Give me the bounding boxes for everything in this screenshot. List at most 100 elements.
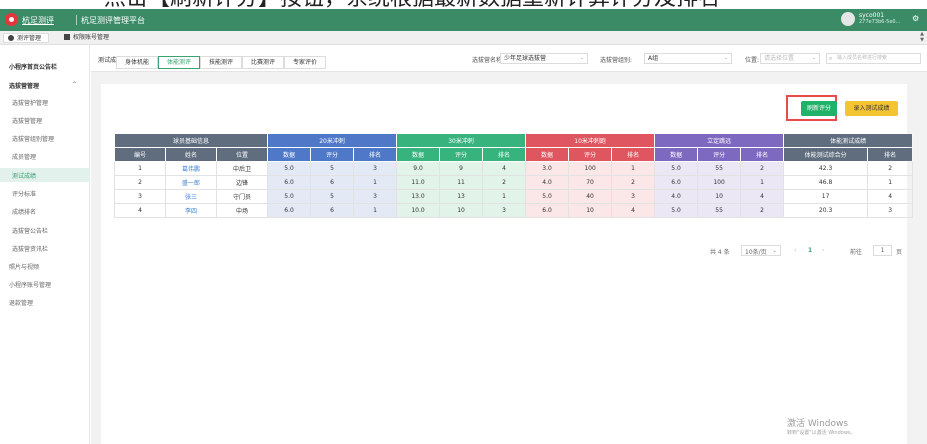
column-header: 姓名 bbox=[165, 147, 217, 162]
enter-score-button[interactable]: 录入测试成绩 bbox=[845, 101, 898, 116]
table-cell: 10.0 bbox=[396, 203, 441, 218]
sidebar-item[interactable]: 选拔营公告栏 bbox=[12, 226, 48, 235]
sidebar-item[interactable]: 成绩排名 bbox=[12, 207, 36, 216]
column-header: 评分 bbox=[697, 147, 742, 162]
table-cell: 4.0 bbox=[654, 189, 699, 204]
camp-select[interactable]: 少年足球选拔营 ⌄ bbox=[500, 53, 588, 64]
column-header: 排名 bbox=[740, 147, 785, 162]
table-cell: 3 bbox=[114, 189, 166, 204]
table-cell: 4 bbox=[482, 161, 527, 176]
table-cell: 4.0 bbox=[525, 175, 570, 190]
table-row: 1 葛伟鹏 中后卫 5.0 5 3 9.0 9 4 3.0 100 1 5.0 55 2 42.3 2 bbox=[114, 161, 914, 176]
sidebar-item[interactable]: 选拔营组别管理 bbox=[12, 134, 54, 143]
group-header: 球员基础信息 bbox=[113, 133, 269, 148]
logo-icon bbox=[5, 13, 18, 26]
column-header: 评分 bbox=[310, 147, 355, 162]
table-cell: 2 bbox=[114, 175, 166, 190]
position-label: 位置: bbox=[745, 57, 760, 64]
table-cell: 3 bbox=[482, 203, 527, 218]
chevron-up-icon[interactable]: ⌃ bbox=[72, 81, 77, 88]
page-unit: 页 bbox=[896, 249, 903, 256]
table-cell: 6.0 bbox=[267, 203, 312, 218]
next-page-icon[interactable]: › bbox=[822, 247, 824, 254]
sidebar-item[interactable]: 照片与视频 bbox=[9, 262, 39, 271]
divider bbox=[76, 15, 77, 25]
table-cell: 2 bbox=[867, 161, 914, 176]
player-name-link[interactable]: 盛一郎 bbox=[165, 175, 217, 190]
sidebar-item[interactable]: 选拔营护管理 bbox=[12, 98, 48, 107]
column-header: 排名 bbox=[611, 147, 656, 162]
player-name-link[interactable]: 葛伟鹏 bbox=[165, 161, 217, 176]
table-cell: 6.0 bbox=[267, 175, 312, 190]
brand-link[interactable]: 杭足测评 bbox=[22, 15, 54, 26]
table-cell: 5.0 bbox=[525, 189, 570, 204]
scroll-down-icon[interactable]: ▼ bbox=[920, 37, 924, 43]
table-cell: 4 bbox=[114, 203, 166, 218]
refresh-score-button[interactable]: 刷新评分 bbox=[801, 101, 837, 116]
tab-skill[interactable]: 技能测评 bbox=[200, 56, 242, 69]
group-select[interactable]: A组 ⌄ bbox=[644, 53, 732, 64]
tab-assessment[interactable]: 测评管理 bbox=[3, 33, 49, 43]
table-cell: 中场 bbox=[215, 203, 269, 218]
tab-fitness[interactable]: 体能测评 bbox=[158, 56, 200, 69]
page-size-select[interactable]: 10条/页 ⌄ bbox=[741, 245, 781, 256]
chevron-down-icon: ⌄ bbox=[723, 55, 728, 61]
table-cell: 10 bbox=[568, 203, 613, 218]
table-cell: 5 bbox=[310, 161, 355, 176]
gear-icon[interactable]: ⚙ bbox=[912, 14, 919, 23]
position-select[interactable]: 请选择位置 ⌄ bbox=[760, 53, 820, 64]
user-avatar[interactable] bbox=[841, 12, 855, 26]
chevron-down-icon: ⌄ bbox=[811, 55, 816, 61]
column-header: 数据 bbox=[654, 147, 699, 162]
column-header: 编号 bbox=[114, 147, 166, 162]
table-cell: 1 bbox=[482, 189, 527, 204]
sidebar-item[interactable]: 成员管理 bbox=[12, 152, 36, 161]
table-cell: 2 bbox=[611, 175, 656, 190]
tab-expert[interactable]: 专家评价 bbox=[284, 56, 326, 69]
goto-page-input[interactable]: 1 bbox=[873, 245, 892, 256]
table-cell: 守门员 bbox=[215, 189, 269, 204]
chevron-down-icon: ⌄ bbox=[579, 55, 584, 61]
group-header: 20米冲刺 bbox=[267, 133, 398, 148]
sidebar-item[interactable]: 选拔营资讯栏 bbox=[12, 244, 48, 253]
table-body: 1 葛伟鹏 中后卫 5.0 5 3 9.0 9 4 3.0 100 1 5.0 55 2 42.3 2 2 盛一郎边… bbox=[114, 161, 914, 218]
player-name-link[interactable]: 李四 bbox=[165, 203, 217, 218]
score-table: 球员基础信息 20米冲刺 30米冲刺 10米冲刺跑 立定跳远 体能测试成绩 编号… bbox=[113, 133, 914, 218]
table-cell: 55 bbox=[697, 203, 742, 218]
column-header: 排名 bbox=[867, 147, 914, 162]
pagination: 共 4 条 10条/页 ⌄ ‹ 1 › 前往 1 页 bbox=[710, 245, 903, 257]
sidebar-item[interactable]: 选拔营管理 bbox=[12, 116, 42, 125]
sidebar-item[interactable]: 评分标准 bbox=[12, 189, 36, 198]
table-cell: 55 bbox=[697, 161, 742, 176]
tab-match[interactable]: 比赛测评 bbox=[242, 56, 284, 69]
sidebar-item[interactable]: 退款管理 bbox=[9, 298, 33, 307]
prev-page-icon[interactable]: ‹ bbox=[794, 247, 796, 254]
tab-body-function[interactable]: 身体机能 bbox=[116, 56, 158, 69]
table-cell: 2 bbox=[740, 161, 785, 176]
column-header: 体能测试综合分 bbox=[783, 147, 869, 162]
table-cell: 6.0 bbox=[525, 203, 570, 218]
user-name[interactable]: syco001 bbox=[859, 12, 884, 19]
table-cell: 5 bbox=[310, 189, 355, 204]
sidebar-group-camp[interactable]: 选拔营管理 bbox=[9, 81, 39, 90]
search-input[interactable]: ⌕ 输入成员名称进行搜索 bbox=[826, 53, 921, 64]
table-cell: 6 bbox=[310, 203, 355, 218]
sidebar-item-notice[interactable]: 小程序首页公告栏 bbox=[9, 62, 57, 71]
table-cell: 70 bbox=[568, 175, 613, 190]
player-name-link[interactable]: 张三 bbox=[165, 189, 217, 204]
table-row: 3 张三 守门员 5.0 5 3 13.0 13 1 5.0 40 3 4.0 10 4 17 4 bbox=[114, 189, 914, 204]
sidebar-item-test-scores[interactable]: 测试成绩 bbox=[12, 171, 36, 180]
column-header: 数据 bbox=[525, 147, 570, 162]
table-cell: 100 bbox=[568, 161, 613, 176]
table-cell: 13 bbox=[439, 189, 484, 204]
page-number[interactable]: 1 bbox=[808, 247, 812, 254]
table-cell: 边锋 bbox=[215, 175, 269, 190]
column-headers: 编号 姓名 位置 数据 评分 排名 数据 评分 排名 数据 评分 排名 数据 评分 排名 体能测试综合分 排名 bbox=[114, 147, 914, 162]
sidebar-item[interactable]: 小程序账号管理 bbox=[9, 280, 51, 289]
table-cell: 46.8 bbox=[783, 175, 869, 190]
table-cell: 2 bbox=[740, 203, 785, 218]
tab-permissions[interactable]: 权限账号管理 bbox=[60, 33, 120, 43]
top-bar: 杭足测评 杭足测评管理平台 syco001 277e73b6-5e0... ⚙ bbox=[0, 9, 927, 31]
table-cell: 4 bbox=[611, 203, 656, 218]
group-header: 体能测试成绩 bbox=[783, 133, 914, 148]
